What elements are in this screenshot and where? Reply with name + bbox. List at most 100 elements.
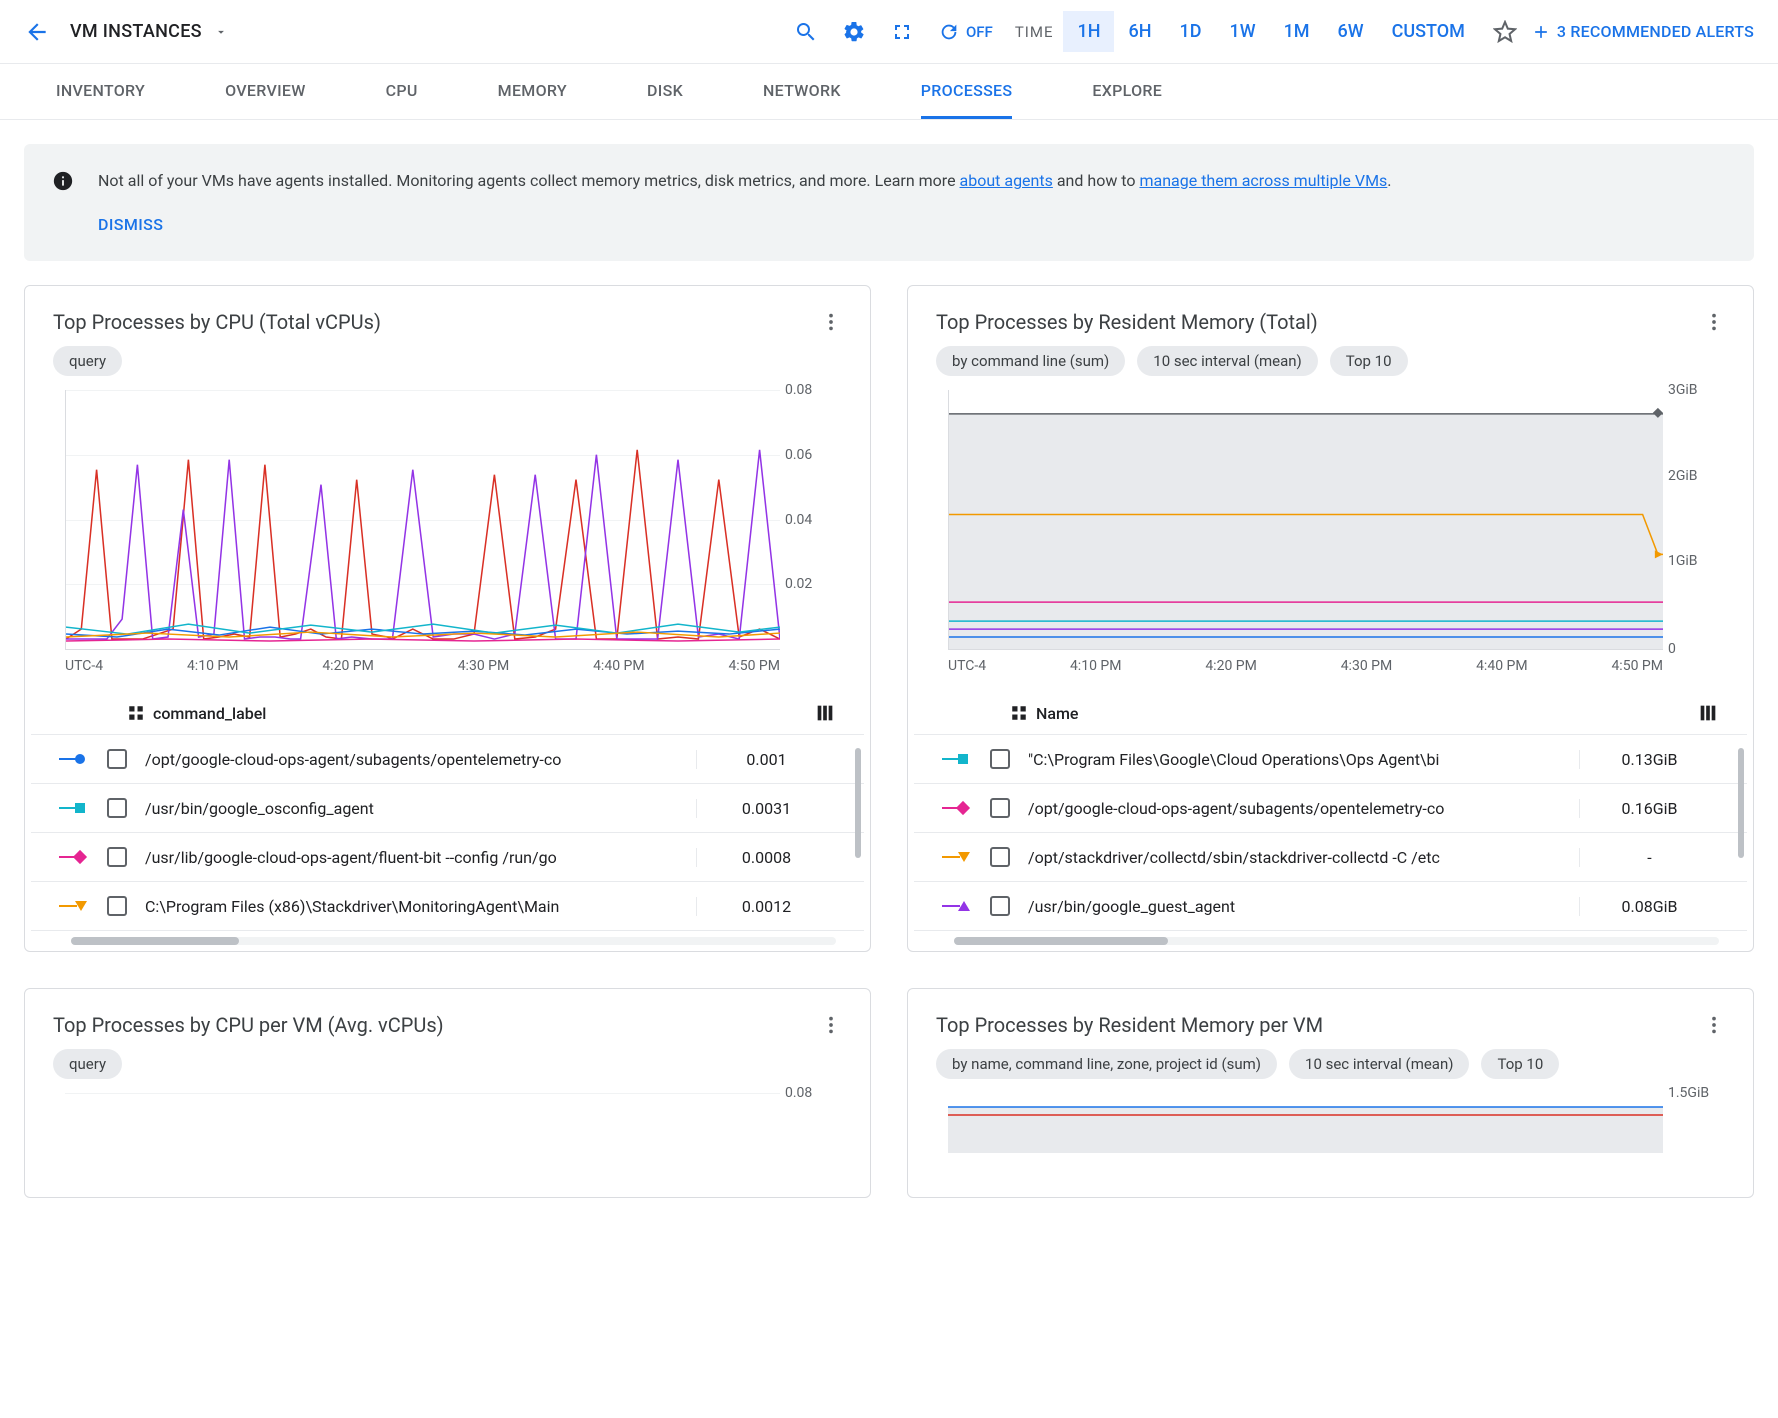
chip[interactable]: by name, command line, zone, project id … (936, 1049, 1277, 1079)
card-menu-icon[interactable] (1703, 311, 1725, 333)
time-chip-1m[interactable]: 1M (1270, 11, 1324, 52)
recommended-alerts-button[interactable]: 3 RECOMMENDED ALERTS (1531, 22, 1754, 42)
command-label: "C:\Program Files\Google\Cloud Operation… (1028, 750, 1579, 769)
chart-lines (948, 1093, 1663, 1153)
tab-cpu[interactable]: CPU (386, 64, 418, 119)
legend-row: "C:\Program Files\Google\Cloud Operation… (914, 735, 1747, 784)
time-chip-custom[interactable]: CUSTOM (1378, 11, 1479, 52)
series-marker (942, 901, 972, 911)
chip[interactable]: Top 10 (1481, 1049, 1559, 1079)
legend-header: command_label (153, 704, 266, 723)
chevron-down-icon (214, 25, 228, 39)
series-marker (59, 754, 89, 764)
series-marker (942, 754, 972, 764)
tab-explore[interactable]: EXPLORE (1092, 64, 1162, 119)
vertical-scrollbar[interactable] (1738, 748, 1744, 858)
chart-lines (949, 390, 1663, 649)
series-marker (59, 852, 89, 862)
value-cell: 0.13GiB (1579, 750, 1719, 769)
series-checkbox[interactable] (107, 847, 127, 867)
search-icon[interactable] (794, 20, 818, 44)
time-chip-6h[interactable]: 6H (1114, 11, 1165, 52)
card-menu-icon[interactable] (820, 1014, 842, 1036)
banner-text-3: . (1387, 171, 1391, 190)
card-menu-icon[interactable] (820, 311, 842, 333)
card-memory-per-vm: Top Processes by Resident Memory per VM … (907, 988, 1754, 1198)
value-cell: 0.16GiB (1579, 799, 1719, 818)
legend-row: C:\Program Files (x86)\Stackdriver\Monit… (31, 882, 864, 931)
vertical-scrollbar[interactable] (855, 748, 861, 858)
chart-cpu-per-vm[interactable]: 0.08 (25, 1093, 870, 1173)
series-checkbox[interactable] (990, 798, 1010, 818)
x-axis: UTC-4 4:10 PM 4:20 PM 4:30 PM 4:40 PM 4:… (55, 650, 840, 682)
chart-lines (66, 390, 780, 649)
legend-row: /usr/bin/google_guest_agent 0.08GiB (914, 882, 1747, 931)
page-title: VM INSTANCES (70, 21, 202, 42)
chart-memory-per-vm[interactable]: 1.5GiB (908, 1093, 1753, 1153)
breakdown-icon[interactable] (127, 704, 145, 722)
card-menu-icon[interactable] (1703, 1014, 1725, 1036)
legend-table: command_label /opt/google-cloud-ops-agen… (31, 692, 864, 945)
time-chip-1h[interactable]: 1H (1063, 11, 1114, 52)
horizontal-scrollbar[interactable] (71, 937, 836, 945)
column-select-icon[interactable] (814, 702, 836, 724)
value-cell: 0.001 (696, 750, 836, 769)
legend-row: /usr/lib/google-cloud-ops-agent/fluent-b… (31, 833, 864, 882)
legend-row: /opt/google-cloud-ops-agent/subagents/op… (31, 735, 864, 784)
dismiss-button[interactable]: DISMISS (98, 212, 1392, 238)
series-checkbox[interactable] (990, 896, 1010, 916)
back-arrow-icon[interactable] (24, 19, 50, 45)
column-select-icon[interactable] (1697, 702, 1719, 724)
chip[interactable]: 10 sec interval (mean) (1289, 1049, 1469, 1079)
tab-processes[interactable]: PROCESSES (921, 64, 1013, 119)
series-checkbox[interactable] (990, 847, 1010, 867)
banner-link-about-agents[interactable]: about agents (960, 171, 1053, 190)
series-marker (59, 901, 89, 911)
chip[interactable]: Top 10 (1330, 346, 1408, 376)
banner-text-1: Not all of your VMs have agents installe… (98, 171, 960, 190)
fullscreen-icon[interactable] (890, 20, 914, 44)
time-chip-1w[interactable]: 1W (1215, 11, 1269, 52)
star-icon[interactable] (1493, 20, 1517, 44)
command-label: /usr/bin/google_osconfig_agent (145, 799, 696, 818)
tab-inventory[interactable]: INVENTORY (56, 64, 145, 119)
horizontal-scrollbar[interactable] (954, 937, 1719, 945)
time-chip-6w[interactable]: 6W (1324, 11, 1378, 52)
banner-link-manage[interactable]: manage them across multiple VMs (1139, 171, 1387, 190)
command-label: /opt/google-cloud-ops-agent/subagents/op… (1028, 799, 1579, 818)
chart-memory-total[interactable]: 3GiB 2GiB 1GiB 0 (908, 390, 1753, 650)
tab-network[interactable]: NETWORK (763, 64, 841, 119)
command-label: C:\Program Files (x86)\Stackdriver\Monit… (145, 897, 696, 916)
tab-overview[interactable]: OVERVIEW (225, 64, 306, 119)
series-checkbox[interactable] (990, 749, 1010, 769)
series-marker (59, 803, 89, 813)
legend-table: Name "C:\Program Files\Google\Cloud Oper… (914, 692, 1747, 945)
gear-icon[interactable] (842, 20, 866, 44)
refresh-icon (938, 21, 960, 43)
command-label: /opt/stackdriver/collectd/sbin/stackdriv… (1028, 848, 1579, 867)
chip-query[interactable]: query (53, 1049, 122, 1079)
card-title: Top Processes by CPU (Total vCPUs) (53, 310, 820, 334)
auto-refresh-button[interactable]: OFF (938, 21, 993, 43)
time-label: TIME (1015, 23, 1054, 41)
tab-memory[interactable]: MEMORY (498, 64, 567, 119)
chip-query[interactable]: query (53, 346, 122, 376)
series-marker (942, 803, 972, 813)
tab-disk[interactable]: DISK (647, 64, 683, 119)
page-title-dropdown[interactable]: VM INSTANCES (70, 21, 228, 42)
info-icon (52, 170, 74, 192)
series-checkbox[interactable] (107, 798, 127, 818)
chip[interactable]: by command line (sum) (936, 346, 1125, 376)
recommended-alerts-label: 3 RECOMMENDED ALERTS (1557, 22, 1754, 41)
breakdown-icon[interactable] (1010, 704, 1028, 722)
time-chip-1d[interactable]: 1D (1166, 11, 1216, 52)
series-checkbox[interactable] (107, 896, 127, 916)
legend-row: /opt/stackdriver/collectd/sbin/stackdriv… (914, 833, 1747, 882)
chip[interactable]: 10 sec interval (mean) (1137, 346, 1317, 376)
time-range-selector: 1H 6H 1D 1W 1M 6W CUSTOM (1063, 11, 1478, 52)
value-cell: 0.0031 (696, 799, 836, 818)
series-checkbox[interactable] (107, 749, 127, 769)
chart-cpu-total[interactable]: 0.08 0.06 0.04 0.02 (25, 390, 870, 650)
series-marker (942, 852, 972, 862)
card-title: Top Processes by Resident Memory per VM (936, 1013, 1703, 1037)
